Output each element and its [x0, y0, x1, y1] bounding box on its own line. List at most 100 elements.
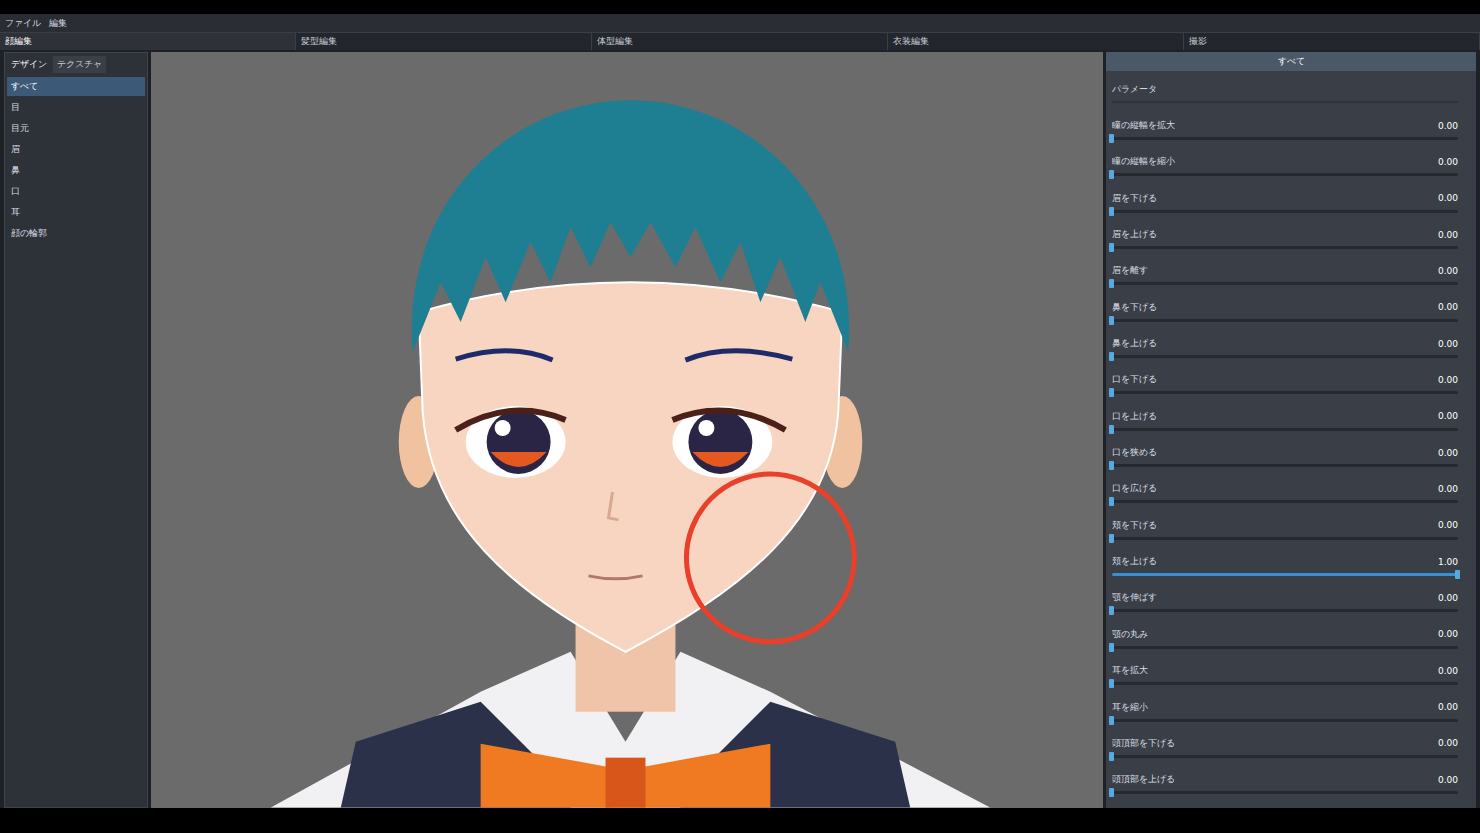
- category-item[interactable]: 眉: [7, 140, 145, 159]
- parameter-value[interactable]: 0.00: [1438, 302, 1458, 312]
- parameter-slider[interactable]: [1112, 428, 1458, 431]
- workspace: デザインテクスチャすべて目目元眉鼻口耳顔の輪郭すべてパラメータ瞳の縦幅を拡大0.…: [0, 50, 1480, 808]
- parameter-panel: すべてパラメータ瞳の縦幅を拡大0.00瞳の縦幅を縮小0.00眉を下げる0.00眉…: [1106, 52, 1476, 808]
- parameter-value[interactable]: 0.00: [1438, 193, 1458, 203]
- slider-thumb[interactable]: [1109, 716, 1114, 725]
- parameter-slider[interactable]: [1112, 537, 1458, 540]
- parameter-value[interactable]: 0.00: [1438, 339, 1458, 349]
- category-list: すべて目目元眉鼻口耳顔の輪郭: [5, 73, 147, 247]
- parameter-slider[interactable]: [1112, 682, 1458, 685]
- slider-thumb[interactable]: [1109, 170, 1114, 179]
- parameter-value[interactable]: 0.00: [1438, 448, 1458, 458]
- parameter-slider[interactable]: [1112, 500, 1458, 503]
- editor-tab[interactable]: 体型編集: [592, 33, 888, 50]
- parameter-label: 口を広げる: [1112, 482, 1157, 495]
- slider-thumb[interactable]: [1109, 679, 1114, 688]
- parameter-label: 顎を伸ばす: [1112, 591, 1157, 604]
- parameter-value[interactable]: 0.00: [1438, 775, 1458, 785]
- panel-title: すべて: [1106, 52, 1476, 71]
- slider-thumb[interactable]: [1109, 643, 1114, 652]
- editor-tab[interactable]: 髪型編集: [296, 33, 592, 50]
- slider-thumb[interactable]: [1109, 352, 1114, 361]
- parameter-slider[interactable]: [1112, 646, 1458, 649]
- parameter-value[interactable]: 0.00: [1438, 157, 1458, 167]
- parameter-label: 瞳の縦幅を拡大: [1112, 119, 1175, 132]
- parameter-label: 顎の丸み: [1112, 628, 1148, 641]
- slider-thumb[interactable]: [1109, 461, 1114, 470]
- parameter-value[interactable]: 0.00: [1438, 411, 1458, 421]
- character-render: [151, 52, 1103, 808]
- parameter-label: 頬を下げる: [1112, 519, 1157, 532]
- parameter-value[interactable]: 0.00: [1438, 629, 1458, 639]
- parameter-value[interactable]: 0.00: [1438, 121, 1458, 131]
- category-item[interactable]: 口: [7, 182, 145, 201]
- category-item[interactable]: 目: [7, 98, 145, 117]
- parameter-value[interactable]: 0.00: [1438, 702, 1458, 712]
- slider-thumb[interactable]: [1109, 534, 1114, 543]
- slider-thumb[interactable]: [1109, 388, 1114, 397]
- parameter-slider[interactable]: [1112, 791, 1458, 794]
- menu-item[interactable]: ファイル: [5, 17, 41, 30]
- slider-thumb[interactable]: [1109, 207, 1114, 216]
- parameter-row: 口を広げる 0.00: [1112, 475, 1458, 511]
- parameter-value[interactable]: 0.00: [1438, 593, 1458, 603]
- category-item[interactable]: 目元: [7, 119, 145, 138]
- parameter-row: 口を狭める0.00: [1112, 438, 1458, 474]
- parameter-row: 鼻を上げる0.00: [1112, 329, 1458, 365]
- category-item[interactable]: 鼻: [7, 161, 145, 180]
- parameter-slider[interactable]: [1112, 246, 1458, 249]
- slider-thumb[interactable]: [1109, 752, 1114, 761]
- parameter-row: 口を上げる 0.00: [1112, 402, 1458, 438]
- parameter-slider[interactable]: [1112, 464, 1458, 467]
- parameter-slider[interactable]: [1112, 173, 1458, 176]
- app-window: ファイル編集顔編集髪型編集体型編集衣装編集撮影デザインテクスチャすべて目目元眉鼻…: [0, 0, 1480, 833]
- slider-thumb[interactable]: [1109, 425, 1114, 434]
- parameter-slider[interactable]: [1112, 282, 1458, 285]
- parameter-value[interactable]: 0.00: [1438, 484, 1458, 494]
- parameter-value[interactable]: 0.00: [1438, 375, 1458, 385]
- parameter-slider[interactable]: [1112, 755, 1458, 758]
- 3d-viewport[interactable]: [151, 52, 1103, 808]
- editor-tab[interactable]: 衣装編集: [888, 33, 1184, 50]
- parameter-label: パラメータ: [1112, 83, 1157, 96]
- parameter-slider[interactable]: [1112, 391, 1458, 394]
- parameter-value[interactable]: 1.00: [1438, 557, 1458, 567]
- parameter-slider[interactable]: [1112, 609, 1458, 612]
- slider-thumb[interactable]: [1109, 134, 1114, 143]
- parameter-slider[interactable]: [1112, 319, 1458, 322]
- slider-thumb[interactable]: [1109, 279, 1114, 288]
- parameter-label: 眉を下げる: [1112, 192, 1157, 205]
- slider-thumb[interactable]: [1109, 497, 1114, 506]
- slider-thumb[interactable]: [1109, 788, 1114, 797]
- bottom-letterbox: [0, 808, 1480, 833]
- sub-tab[interactable]: テクスチャ: [53, 56, 106, 73]
- parameter-row: 顎の丸み 0.00: [1112, 620, 1458, 656]
- parameter-value[interactable]: 0.00: [1438, 738, 1458, 748]
- parameter-value[interactable]: 0.00: [1438, 520, 1458, 530]
- parameter-value[interactable]: 0.00: [1438, 666, 1458, 676]
- category-item[interactable]: すべて: [7, 77, 145, 96]
- slider-thumb[interactable]: [1109, 606, 1114, 615]
- category-item[interactable]: 耳: [7, 203, 145, 222]
- parameter-slider[interactable]: [1112, 573, 1458, 576]
- editor-tab[interactable]: 撮影: [1184, 33, 1480, 50]
- bow-left: [481, 744, 613, 808]
- parameter-slider[interactable]: [1112, 210, 1458, 213]
- slider-thumb[interactable]: [1109, 316, 1114, 325]
- slider-thumb[interactable]: [1109, 243, 1114, 252]
- slider-thumb[interactable]: [1455, 570, 1460, 579]
- parameter-slider[interactable]: [1112, 137, 1458, 140]
- parameter-value[interactable]: 0.00: [1438, 230, 1458, 240]
- nose: [609, 492, 619, 520]
- parameter-label: 口を上げる: [1112, 410, 1157, 423]
- menu-item[interactable]: 編集: [49, 17, 67, 30]
- heading-rule: [1112, 101, 1458, 103]
- parameter-slider[interactable]: [1112, 719, 1458, 722]
- parameter-row: 眉を離す0.00: [1112, 257, 1458, 293]
- parameter-slider[interactable]: [1112, 355, 1458, 358]
- category-item[interactable]: 顔の輪郭: [7, 224, 145, 243]
- parameter-value[interactable]: 0.00: [1438, 266, 1458, 276]
- parameter-label: 頬を上げる: [1112, 555, 1157, 568]
- sub-tab[interactable]: デザイン: [7, 56, 51, 73]
- editor-tab[interactable]: 顔編集: [0, 33, 296, 50]
